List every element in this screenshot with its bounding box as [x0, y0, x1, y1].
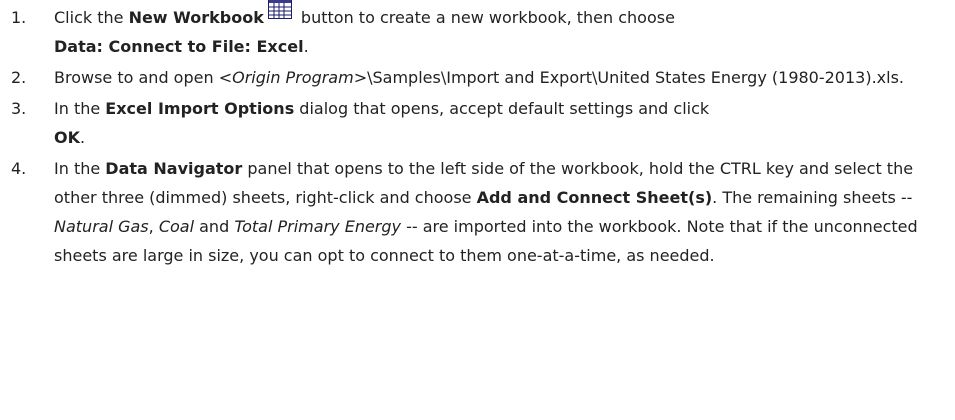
- step-number: 3.: [11, 99, 27, 118]
- step-text: .: [303, 37, 309, 56]
- ui-term-ok: OK: [54, 128, 80, 147]
- step-text: In the: [54, 99, 106, 118]
- steps-list: 1. Click the New Workbook button to crea…: [0, 0, 955, 270]
- sheet-name-natural-gas: Natural Gas: [54, 217, 149, 236]
- step-text: In the: [54, 159, 106, 178]
- path-placeholder: Origin Program: [232, 68, 354, 87]
- sheet-name-coal: Coal: [158, 217, 195, 236]
- step-text: . The remaining sheets --: [712, 188, 913, 207]
- step-4: 4. In the Data Navigator panel that open…: [0, 154, 955, 270]
- step-number: 4.: [11, 159, 27, 178]
- file-path-text: >\Samples\Import and Export\United State…: [353, 68, 905, 87]
- step-text: .: [80, 128, 86, 147]
- step-1: 1. Click the New Workbook button to crea…: [0, 0, 955, 61]
- step-number: 2.: [11, 68, 27, 87]
- step-text: dialog that opens, accept default settin…: [294, 99, 710, 118]
- instructions-document: 1. Click the New Workbook button to crea…: [0, 0, 955, 420]
- step-number: 1.: [11, 8, 27, 27]
- step-text: Browse to and open <: [54, 68, 233, 87]
- ui-term-excel-import-options: Excel Import Options: [105, 99, 295, 118]
- ui-term-connect-to-file: Data: Connect to File: Excel: [54, 37, 304, 56]
- step-text: Click the: [54, 8, 129, 27]
- ui-term-data-navigator: Data Navigator: [105, 159, 243, 178]
- step-3: 3. In the Excel Import Options dialog th…: [0, 94, 955, 152]
- ui-term-add-and-connect: Add and Connect Sheet(s): [476, 188, 713, 207]
- step-text: ,: [148, 217, 159, 236]
- sheet-name-total-primary-energy: Total Primary Energy: [234, 217, 401, 236]
- ui-term-new-workbook: New Workbook: [128, 8, 264, 27]
- workbook-grid-icon: [267, 0, 292, 19]
- step-text: and: [194, 217, 235, 236]
- step-2: 2. Browse to and open <Origin Program>\S…: [0, 63, 955, 92]
- step-text: button to create a new workbook, then ch…: [295, 8, 675, 27]
